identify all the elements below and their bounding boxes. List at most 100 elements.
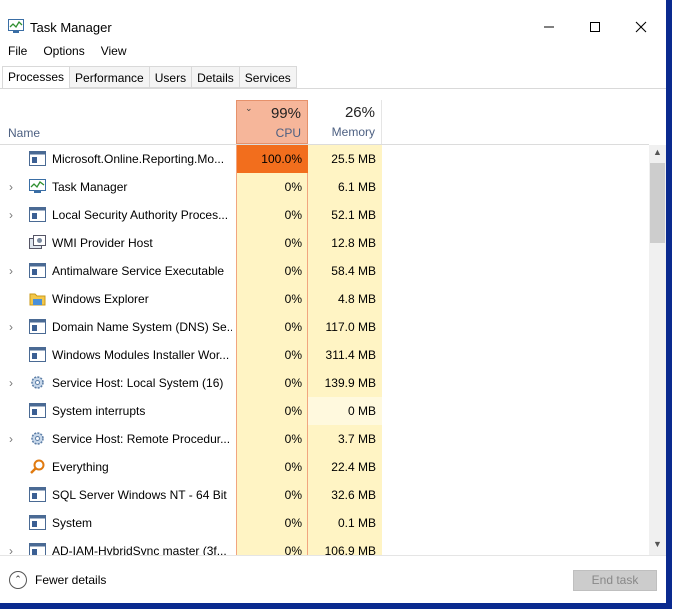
process-memory-value: 6.1 MB [337, 180, 376, 194]
scroll-up-icon[interactable]: ▲ [649, 147, 666, 161]
process-memory-value: 3.7 MB [337, 432, 376, 446]
footer-bar: ⌃ Fewer details End task [0, 555, 666, 603]
tab-performance[interactable]: Performance [70, 66, 150, 88]
memory-header-label: Memory [331, 125, 375, 139]
close-icon [635, 21, 647, 33]
process-name: Service Host: Remote Procedur... [52, 432, 231, 446]
process-name: Antimalware Service Executable [52, 264, 225, 278]
menu-options[interactable]: Options [35, 42, 92, 62]
service-window-icon [29, 487, 46, 502]
process-memory-value: 32.6 MB [331, 488, 376, 502]
process-name: Everything [52, 460, 109, 474]
process-name: Local Security Authority Proces... [52, 208, 229, 222]
process-row[interactable]: Everything 0% 22.4 MB [0, 453, 649, 481]
minimize-icon [544, 26, 554, 28]
process-row[interactable]: WMI Provider Host 0% 12.8 MB [0, 229, 649, 257]
process-name: Domain Name System (DNS) Se... [52, 320, 232, 334]
process-row[interactable]: Windows Modules Installer Wor... 0% 311.4 … [0, 341, 649, 369]
tab-details[interactable]: Details [192, 66, 240, 88]
process-row[interactable]: › Antimalware Service Executable 0% 58.4 MB [0, 257, 649, 285]
fewer-details-link[interactable]: Fewer details [35, 573, 106, 587]
process-list: Microsoft.Online.Reporting.Mo... 100.0% 25… [0, 145, 649, 555]
process-row[interactable]: › AD-IAM-HybridSync master (3f... 0% 106.9 … [0, 537, 649, 555]
sort-descending-icon: ⌄ [245, 103, 253, 113]
wmi-icon [29, 235, 46, 250]
folder-icon [29, 291, 46, 306]
process-name: Task Manager [52, 180, 128, 194]
expand-chevron-icon[interactable]: › [9, 376, 19, 390]
memory-total-percent: 26% [344, 104, 375, 121]
process-cpu-value: 0% [284, 264, 302, 278]
process-cpu-value: 0% [284, 236, 302, 250]
menu-view[interactable]: View [93, 42, 135, 62]
process-memory-value: 106.9 MB [324, 544, 376, 555]
menu-file[interactable]: File [0, 42, 35, 62]
fewer-details-icon[interactable]: ⌃ [9, 571, 27, 589]
expand-chevron-icon[interactable]: › [9, 432, 19, 446]
maximize-button[interactable] [572, 14, 618, 40]
expand-chevron-icon[interactable]: › [9, 544, 19, 555]
scrollbar-thumb[interactable] [650, 163, 665, 243]
process-memory-value: 58.4 MB [331, 264, 376, 278]
process-cpu-value: 0% [284, 376, 302, 390]
process-cpu-value: 0% [284, 488, 302, 502]
process-cpu-value: 100.0% [237, 145, 308, 173]
process-memory-value: 22.4 MB [331, 460, 376, 474]
expand-chevron-icon[interactable]: › [9, 264, 19, 278]
tab-services[interactable]: Services [239, 66, 297, 88]
column-header-memory[interactable]: 26% Memory [308, 100, 382, 144]
task-manager-app-icon [8, 19, 24, 33]
vertical-scrollbar[interactable]: ▲ ▼ [649, 145, 666, 555]
process-name: Windows Modules Installer Wor... [52, 348, 230, 362]
process-cpu-value: 0% [284, 320, 302, 334]
title-bar[interactable]: Task Manager [0, 0, 666, 40]
process-row[interactable]: System 0% 0.1 MB [0, 509, 649, 537]
process-row[interactable]: › Service Host: Local System (16) 0% 139.9 … [0, 369, 649, 397]
process-name: System [52, 516, 93, 530]
cpu-total-percent: 99% [270, 105, 301, 122]
minimize-button[interactable] [526, 14, 572, 40]
process-cpu-value: 0% [284, 432, 302, 446]
desktop-frame-bottom [0, 603, 672, 609]
process-cpu-value: 0% [284, 460, 302, 474]
process-memory-value: 117.0 MB [325, 320, 376, 334]
cpu-header-label: CPU [275, 126, 301, 140]
expand-chevron-icon[interactable]: › [9, 180, 19, 194]
scroll-down-icon[interactable]: ▼ [649, 539, 666, 553]
process-cpu-value: 0% [284, 516, 302, 530]
tab-users[interactable]: Users [149, 66, 193, 88]
process-name: Service Host: Local System (16) [52, 376, 224, 390]
process-name: Microsoft.Online.Reporting.Mo... [52, 152, 225, 166]
expand-chevron-icon[interactable]: › [9, 320, 19, 334]
process-row[interactable]: › Service Host: Remote Procedur... 0% 3.7 M… [0, 425, 649, 453]
column-header-name[interactable]: Name [0, 100, 236, 144]
process-memory-value: 25.5 MB [331, 152, 376, 166]
process-row[interactable]: Windows Explorer 0% 4.8 MB [0, 285, 649, 313]
process-memory-value: 4.8 MB [337, 292, 376, 306]
process-memory-value: 0 MB [308, 397, 382, 425]
tab-processes[interactable]: Processes [2, 66, 71, 89]
process-cpu-value: 0% [284, 348, 302, 362]
process-cpu-value: 0% [284, 544, 302, 555]
close-button[interactable] [618, 14, 664, 40]
service-window-icon [29, 347, 46, 362]
process-row[interactable]: › Task Manager 0% 6.1 MB [0, 173, 649, 201]
column-header-name-label: Name [8, 126, 41, 140]
process-name: SQL Server Windows NT - 64 Bit [52, 488, 227, 502]
process-name: System interrupts [52, 404, 146, 418]
process-name: WMI Provider Host [52, 236, 153, 250]
process-row[interactable]: Microsoft.Online.Reporting.Mo... 100.0% 25… [0, 145, 649, 173]
process-cpu-value: 0% [284, 292, 302, 306]
process-row[interactable]: › Domain Name System (DNS) Se... 0% 117.0 M… [0, 313, 649, 341]
process-row[interactable]: › Local Security Authority Proces... 0% 52.… [0, 201, 649, 229]
service-window-icon [29, 403, 46, 418]
service-window-icon [29, 543, 46, 555]
process-row[interactable]: System interrupts 0% 0 MB [0, 397, 649, 425]
process-row[interactable]: SQL Server Windows NT - 64 Bit 0% 32.6 MB [0, 481, 649, 509]
task-manager-window: Task Manager File Options View Processes… [0, 0, 666, 603]
process-memory-value: 0.1 MB [337, 516, 376, 530]
end-task-button[interactable]: End task [573, 570, 657, 591]
expand-chevron-icon[interactable]: › [9, 208, 19, 222]
process-cpu-value: 0% [284, 180, 302, 194]
column-header-cpu[interactable]: ⌄ 99% CPU [236, 100, 308, 144]
